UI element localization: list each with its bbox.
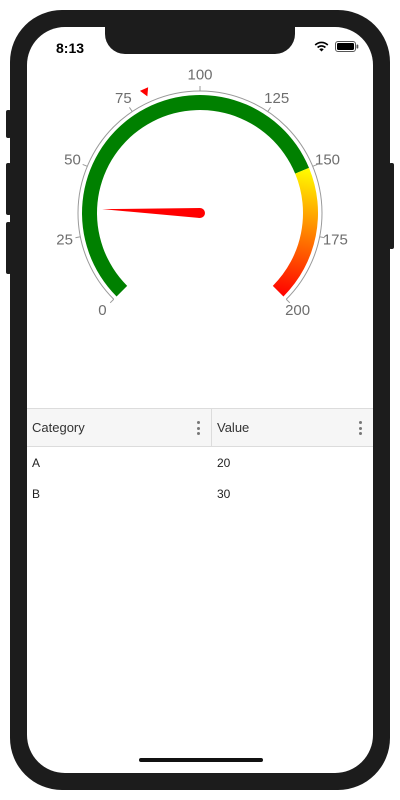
- column-header-label: Value: [217, 420, 250, 435]
- gauge-tick: [82, 163, 88, 167]
- home-indicator: [139, 758, 263, 762]
- value-cell[interactable]: 20: [212, 456, 373, 470]
- column-menu-icon[interactable]: [359, 421, 363, 435]
- gauge-tick-label: 0: [98, 302, 106, 319]
- data-grid: Category Value A 20 B 30: [27, 408, 373, 509]
- category-cell[interactable]: A: [27, 456, 212, 470]
- grid-header: Category Value: [27, 408, 373, 447]
- category-cell[interactable]: B: [27, 487, 212, 501]
- volume-down-button: [6, 222, 11, 274]
- table-row[interactable]: A 20: [27, 447, 373, 478]
- gauge-range-band: [272, 167, 319, 297]
- table-row[interactable]: B 30: [27, 478, 373, 509]
- gauge-tick-label: 200: [285, 302, 310, 319]
- gauge-tick-label: 150: [315, 152, 340, 169]
- gauge-tick-label: 100: [187, 67, 212, 84]
- volume-up-button: [6, 163, 11, 215]
- gauge-tick-label: 75: [115, 90, 132, 107]
- gauge-scale-outline: [77, 90, 323, 300]
- value-cell[interactable]: 30: [212, 487, 373, 501]
- column-menu-icon[interactable]: [197, 421, 201, 435]
- gauge-range-band: [82, 95, 310, 297]
- gauge-tick: [109, 298, 115, 304]
- gauge-value-marker: [139, 87, 149, 97]
- column-header-category[interactable]: Category: [27, 409, 212, 446]
- app-screen: 8:13 0 25 50 75 100 125 150 175 200 Cate…: [27, 27, 373, 773]
- radial-gauge: 0 25 50 75 100 125 150 175 200: [56, 67, 348, 320]
- gauge-needle: [102, 208, 205, 218]
- gauge-tick-label: 125: [264, 90, 289, 107]
- column-header-value[interactable]: Value: [212, 409, 373, 446]
- mute-switch: [6, 110, 11, 138]
- gauge-tick-label: 25: [56, 231, 73, 248]
- gauge-tick-label: 175: [323, 231, 348, 248]
- power-button: [389, 163, 394, 249]
- gauge-tick: [267, 107, 271, 112]
- gauge-tick: [129, 107, 133, 112]
- gauge-tick: [75, 236, 81, 239]
- gauge-tick-label: 50: [64, 152, 81, 169]
- column-header-label: Category: [32, 420, 85, 435]
